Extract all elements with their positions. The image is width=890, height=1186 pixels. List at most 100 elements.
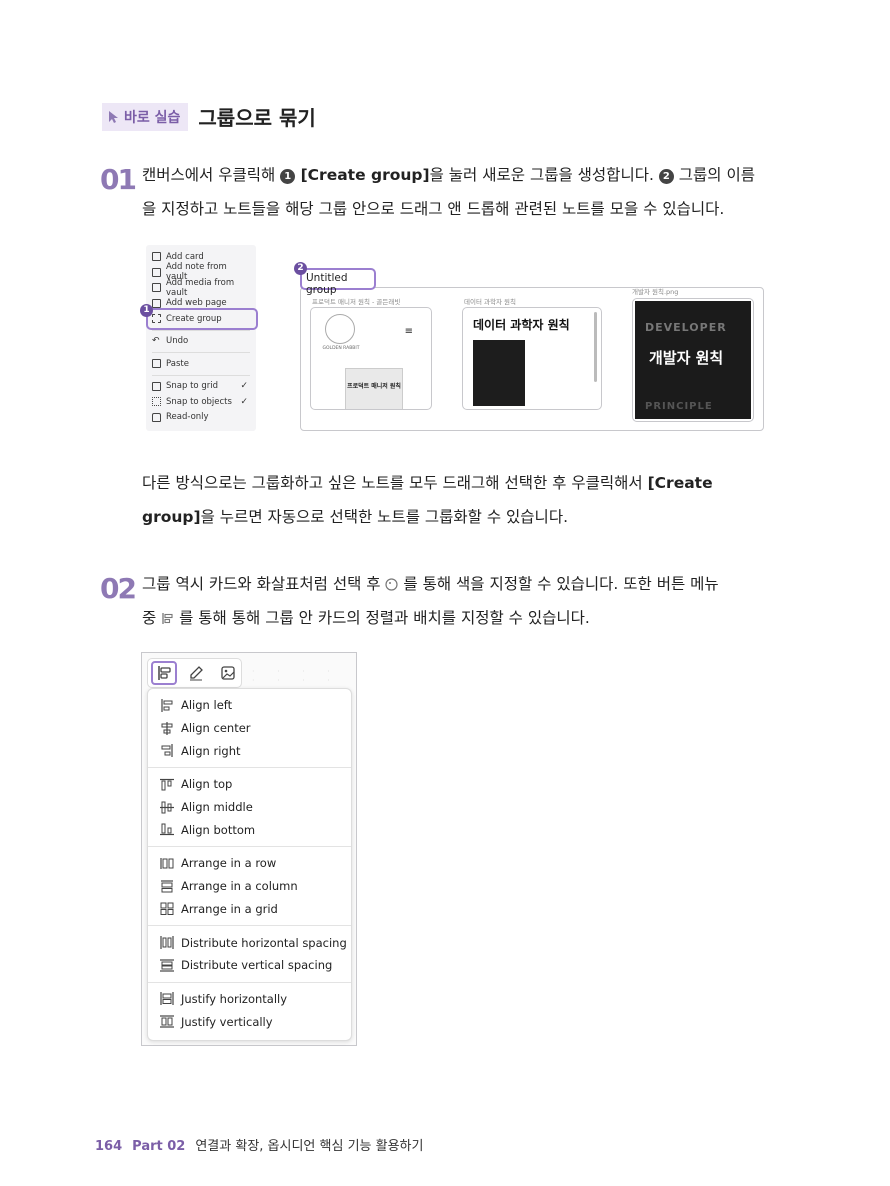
align-button[interactable] [151,661,177,685]
canvas-grid-dots: · · · · · · · · [252,667,340,685]
badge-label: 바로 실습 [124,109,181,126]
menu-divider [148,925,351,927]
justify-horizontal-icon [160,992,174,1006]
note-card-product-manager[interactable]: GOLDEN RABBIT ≡ 프로덕트 매니저 원칙 [310,307,432,410]
palette-icon [385,578,399,591]
align-right-icon [161,744,173,758]
menu-item-align-left[interactable]: Align left [148,694,351,717]
card2-caption: 데이터 과학자 원칙 [464,298,516,306]
figure-callout-1: 1 [140,304,153,317]
menu-item-justify-horizontal[interactable]: Justify horizontally [148,988,351,1011]
step-number-2: 02 [100,572,137,605]
menu-item-arrange-row[interactable]: Arrange in a row [148,852,351,875]
align-left-icon [161,698,173,712]
scrollbar[interactable] [594,312,597,382]
step1-text: 캔버스에서 우클릭해 1 [Create group]을 눌러 새로운 그룹을 … [142,158,792,226]
card2-title: 데이터 과학자 원칙 [473,318,570,332]
menu-item-arrange-grid[interactable]: Arrange in a grid [148,898,351,921]
align-icon [158,666,171,680]
snap-icon [152,397,161,407]
callout-2: 2 [658,169,674,184]
note-card-data-scientist[interactable]: 데이터 과학자 원칙 [462,307,602,410]
check-icon: ✓ [240,396,248,407]
align-menu-screenshot: · · · · · · · · Align left Align center … [141,652,357,1046]
step2-line1: 그룹 역시 카드와 화살표처럼 선택 후 를 통해 색을 지정할 수 있습니다.… [142,575,719,593]
figure-callout-2: 2 [294,262,307,275]
menu-item-justify-vertical[interactable]: Justify vertically [148,1010,351,1033]
alt-method-text: 다른 방식으로는 그룹화하고 싶은 노트를 모두 드래그해 선택한 후 우클릭해… [142,466,792,534]
menu-item-align-middle[interactable]: Align middle [148,796,351,819]
menu-divider [152,352,250,353]
menu-item-read-only[interactable]: Read-only [152,410,250,426]
menu-item-distribute-vertical[interactable]: Distribute vertical spacing [148,954,351,977]
menu-item-align-right[interactable]: Align right [148,739,351,762]
web-page-icon [152,298,161,308]
step2-line2: 중 를 통해 통해 그룹 안 카드의 정렬과 배치를 지정할 수 있습니다. [142,609,590,627]
card3-caption: 개발자 원칙.png [632,288,679,296]
menu-divider [148,846,351,848]
image-card-developer[interactable]: DEVELOPER 개발자 원칙 PRINCIPLE [632,298,754,422]
context-menu: Add card Add note from vault Add media f… [146,245,256,431]
align-center-icon [161,721,173,735]
menu-item-undo[interactable]: ↶ Undo [152,334,250,350]
alt-line1: 다른 방식으로는 그룹화하고 싶은 노트를 모두 드래그해 선택한 후 우클릭해… [142,474,713,492]
part-label: Part 02 [132,1139,186,1154]
image-icon [221,666,235,680]
page-footer: 164 Part 02 연결과 확장, 옵시디언 핵심 기능 활용하기 [95,1135,423,1154]
book-cover [473,340,525,406]
check-icon: ✓ [240,381,248,392]
arrange-column-icon [161,880,173,893]
book-cover: 프로덕트 매니저 원칙 [345,368,403,409]
menu-item-align-bottom[interactable]: Align bottom [148,818,351,841]
step2-text: 그룹 역시 카드와 화살표처럼 선택 후 를 통해 색을 지정할 수 있습니다.… [142,567,792,635]
background-image-button[interactable] [215,661,241,685]
group-toolbar [147,658,242,688]
arrange-grid-icon [160,902,174,916]
group-label[interactable]: Untitled group [300,268,376,296]
rabbit-logo-icon [325,314,355,344]
grid-icon [152,381,161,391]
pencil-icon [190,666,203,681]
alt-line2: group]을 누르면 자동으로 선택한 노트를 그룹화할 수 있습니다. [142,508,569,526]
step1-line2: 을 지정하고 노트들을 해당 그룹 안으로 드래그 앤 드롭해 관련된 노트를 … [142,200,725,218]
step1-line1: 캔버스에서 우클릭해 1 [Create group]을 눌러 새로운 그룹을 … [142,166,755,184]
cursor-icon [109,110,118,123]
menu-item-distribute-horizontal[interactable]: Distribute horizontal spacing [148,931,351,954]
menu-item-arrange-column[interactable]: Arrange in a column [148,875,351,898]
publisher-logo-text: GOLDEN RABBIT [322,346,360,351]
align-middle-icon [160,801,174,814]
book-cover: DEVELOPER 개발자 원칙 PRINCIPLE [635,301,751,419]
callout-1: 1 [280,169,296,184]
lock-icon [152,412,161,422]
step-number-1: 01 [100,163,137,196]
distribute-horizontal-icon [160,936,174,950]
menu-item-add-media[interactable]: Add media from vault [152,278,250,298]
note-icon [152,267,161,277]
card1-caption: 프로덕트 매니저 원칙 - 골든래빗 [312,298,401,306]
create-group-highlight [146,308,258,330]
menu-item-snap-objects[interactable]: Snap to objects ✓ [152,394,250,410]
page-title: 그룹으로 묶기 [198,106,316,130]
menu-item-snap-grid[interactable]: Snap to grid ✓ [152,379,250,395]
align-bottom-icon [160,823,174,836]
menu-icon: ≡ [404,326,413,337]
media-icon [152,283,161,293]
align-dropdown-menu: Align left Align center Align right Alig… [147,688,352,1041]
menu-divider [148,981,351,983]
menu-item-align-top[interactable]: Align top [148,773,351,796]
distribute-vertical-icon [160,959,174,972]
align-top-icon [160,778,174,791]
card-icon [152,252,161,262]
edit-button[interactable] [183,661,209,685]
menu-divider [148,767,351,769]
clipboard-icon [152,359,161,369]
align-icon [162,613,173,624]
undo-icon: ↶ [152,336,160,347]
arrange-row-icon [160,857,174,869]
practice-badge: 바로 실습 [102,102,189,131]
page-number: 164 [95,1139,123,1154]
menu-item-align-center[interactable]: Align center [148,717,351,740]
menu-item-paste[interactable]: Paste [152,356,250,372]
justify-vertical-icon [160,1015,174,1028]
menu-divider [152,374,250,376]
